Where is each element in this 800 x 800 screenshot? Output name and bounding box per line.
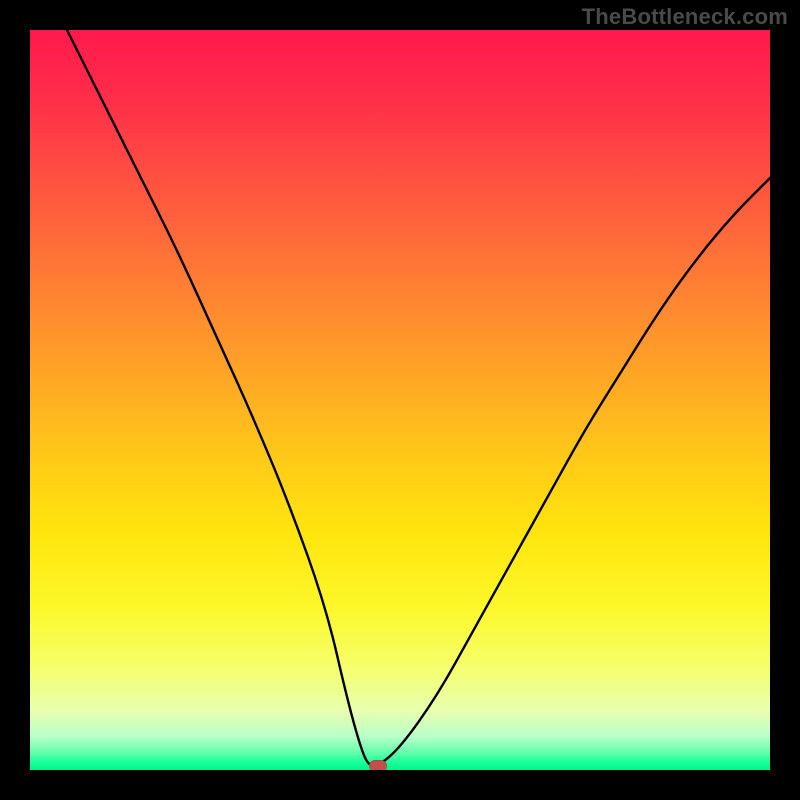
plot-area: [30, 30, 770, 770]
watermark-text: TheBottleneck.com: [582, 4, 788, 30]
bottleneck-curve: [30, 30, 770, 770]
optimal-marker: [369, 760, 387, 770]
chart-frame: TheBottleneck.com: [0, 0, 800, 800]
